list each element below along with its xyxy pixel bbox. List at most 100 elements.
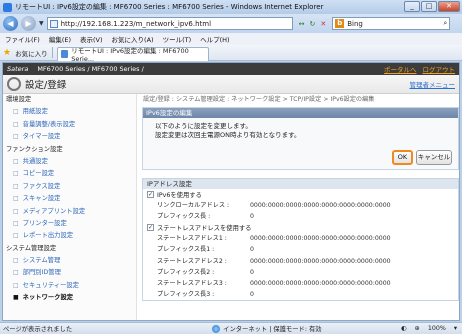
field-label: ステートレスアドレス3 : bbox=[157, 279, 227, 287]
top-header: Satera MF6700 Series / MF6700 Series / ポ… bbox=[3, 63, 459, 75]
field-value: 0000:0000:0000:0000:0000:0000:0000:0000 bbox=[250, 257, 391, 265]
bullet-icon: □ bbox=[13, 170, 19, 178]
menu-favorites[interactable]: お気に入り(A) bbox=[112, 34, 154, 44]
search-box[interactable]: b Bing ⌕ bbox=[332, 17, 451, 30]
sidebar-item-scan[interactable]: □ スキャン設定 bbox=[3, 193, 136, 205]
menu-view[interactable]: 表示(V) bbox=[80, 34, 103, 44]
address-url[interactable]: http://192.168.1.223/m_network_ipv6.html bbox=[61, 20, 211, 28]
zoom-level[interactable]: 100% bbox=[428, 325, 446, 332]
sidebar-item-label[interactable]: システム管理 bbox=[23, 255, 61, 267]
field-label: プレフィックス長3 : bbox=[157, 290, 215, 298]
favorites-button[interactable]: お気に入り bbox=[15, 48, 48, 58]
use-stateless-label: ステートレスアドレスを使用する bbox=[157, 225, 252, 233]
prefix-length-3-row: プレフィックス長3 : 0 bbox=[143, 289, 458, 300]
forward-button[interactable]: ▶ bbox=[21, 16, 36, 31]
ie-icon bbox=[3, 2, 12, 12]
menu-tools[interactable]: ツール(T) bbox=[163, 34, 192, 44]
sidebar-item-volume-display[interactable]: □ 音量調整/表示設定 bbox=[3, 119, 136, 131]
sidebar-item-department-id[interactable]: □ 部門別ID管理 bbox=[3, 267, 136, 279]
section-title: IPアドレス設定 bbox=[143, 179, 458, 189]
stop-icon[interactable]: ✕ bbox=[320, 20, 326, 28]
sidebar: 環境設定 □ 用紙設定 □ 音量調整/表示設定 □ タイマー設定 ファンクション設定 … bbox=[3, 94, 137, 320]
cancel-button[interactable]: キャンセル bbox=[416, 150, 452, 165]
divider bbox=[51, 47, 53, 58]
bullet-icon: □ bbox=[13, 257, 19, 265]
maximize-button[interactable]: □ bbox=[421, 1, 437, 12]
sidebar-item-label[interactable]: 音量調整/表示設定 bbox=[23, 119, 76, 131]
menu-help[interactable]: ヘルプ(H) bbox=[200, 34, 229, 44]
sidebar-section-title: システム管理設定 bbox=[6, 244, 57, 252]
minimize-button[interactable]: _ bbox=[404, 1, 420, 12]
model-name: MF6700 Series / MF6700 Series / bbox=[37, 65, 144, 73]
security-icon[interactable]: ◐ bbox=[401, 325, 407, 332]
tab-page-icon bbox=[60, 50, 69, 58]
field-label: ステートレスアドレス1 : bbox=[157, 235, 227, 243]
sidebar-item-system[interactable]: □ システム管理 bbox=[3, 255, 136, 267]
sidebar-item-label[interactable]: ファクス設定 bbox=[23, 181, 61, 193]
sidebar-item-label[interactable]: 部門別ID管理 bbox=[23, 267, 61, 279]
sidebar-section-title: ファンクション設定 bbox=[6, 145, 63, 153]
compat-view-icon[interactable]: ↔ bbox=[299, 20, 305, 28]
history-dropdown-icon[interactable]: ▼ bbox=[39, 20, 44, 27]
main-panel: 設定/登録 : システム管理設定 : ネットワーク設定 > TCP/IP設定 >… bbox=[141, 94, 459, 320]
sidebar-item-timer[interactable]: □ タイマー設定 bbox=[3, 131, 136, 143]
sidebar-item-label[interactable]: メディアプリント設定 bbox=[23, 206, 86, 218]
window-title: リモートUI : IPv6設定の編集 : MF6700 Series : MF6… bbox=[15, 3, 324, 11]
field-label: プレフィックス長1 : bbox=[157, 246, 215, 254]
stateless-address-3-row: ステートレスアドレス3 : 0000:0000:0000:0000:0000:0… bbox=[143, 278, 458, 289]
sidebar-item-label[interactable]: セキュリティー設定 bbox=[23, 280, 79, 292]
back-button[interactable]: ◀ bbox=[3, 16, 18, 31]
bullet-icon: □ bbox=[13, 108, 19, 116]
sidebar-item-printer[interactable]: □ プリンター設定 bbox=[3, 218, 136, 230]
bullet-icon: □ bbox=[13, 120, 19, 128]
refresh-icon[interactable]: ↻ bbox=[310, 20, 316, 28]
sidebar-item-label[interactable]: コピー設定 bbox=[23, 168, 54, 180]
sidebar-item-copy[interactable]: □ コピー設定 bbox=[3, 168, 136, 180]
sidebar-item-label[interactable]: プリンター設定 bbox=[23, 218, 67, 230]
favorites-star-icon[interactable]: ★ bbox=[3, 48, 11, 58]
sidebar-item-fax[interactable]: □ ファクス設定 bbox=[3, 181, 136, 193]
sidebar-item-label[interactable]: タイマー設定 bbox=[23, 131, 61, 143]
bullet-icon: □ bbox=[13, 232, 19, 240]
field-label: ステートレスアドレス2 : bbox=[157, 257, 227, 265]
browser-tab[interactable]: リモートUI : IPv6設定の編集 : MF6700 Serie... bbox=[56, 45, 209, 63]
sidebar-section-title: 環境設定 bbox=[6, 96, 32, 103]
sidebar-item-label[interactable]: 用紙設定 bbox=[23, 106, 48, 118]
ip-address-section: IPアドレス設定 ✓ IPv6を使用する リンクローカルアドレス : 0000:… bbox=[142, 178, 459, 301]
search-input[interactable]: Bing bbox=[347, 20, 440, 28]
field-value: 0 bbox=[250, 246, 254, 254]
security-zone[interactable]: インターネット | 保護モード: 有効 bbox=[223, 324, 321, 333]
search-icon[interactable]: ⌕ bbox=[443, 19, 447, 28]
menu-edit[interactable]: 編集(E) bbox=[49, 34, 71, 44]
bullet-icon: □ bbox=[13, 207, 19, 215]
address-bar[interactable]: http://192.168.1.223/m_network_ipv6.html bbox=[46, 17, 293, 30]
tab-label[interactable]: リモートUI : IPv6設定の編集 : MF6700 Serie... bbox=[71, 45, 207, 63]
logout-link[interactable]: ログアウト bbox=[423, 64, 456, 74]
page-header: 設定/登録 管理者メニュー bbox=[3, 75, 459, 94]
sidebar-item-label[interactable]: 共通設定 bbox=[23, 156, 48, 168]
zoom-dropdown-icon[interactable]: ▾ bbox=[454, 325, 457, 332]
sidebar-item-report[interactable]: □ レポート出力設定 bbox=[3, 230, 136, 242]
menu-file[interactable]: ファイル(F) bbox=[5, 34, 40, 44]
admin-menu-link[interactable]: 管理者メニュー bbox=[410, 79, 456, 89]
status-text: ページが表示されました bbox=[3, 326, 73, 333]
field-value: 0 bbox=[250, 213, 254, 221]
sidebar-item-media-print[interactable]: □ メディアプリント設定 bbox=[3, 206, 136, 218]
ok-button[interactable]: OK bbox=[392, 150, 413, 165]
portal-link[interactable]: ポータルへ bbox=[384, 64, 417, 74]
sidebar-item-label[interactable]: レポート出力設定 bbox=[23, 230, 73, 242]
field-value: 0000:0000:0000:0000:0000:0000:0000:0000 bbox=[250, 279, 391, 287]
bullet-icon: □ bbox=[13, 219, 19, 227]
sidebar-item-label[interactable]: ネットワーク設定 bbox=[23, 292, 73, 304]
sidebar-item-network[interactable]: ■ ネットワーク設定 bbox=[3, 292, 136, 304]
sidebar-item-label[interactable]: スキャン設定 bbox=[23, 193, 61, 205]
sidebar-item-paper[interactable]: □ 用紙設定 bbox=[3, 106, 136, 118]
status-bar: ページが表示されました インターネット | 保護モード: 有効 ◐ ⊕ 100%… bbox=[0, 322, 462, 334]
sidebar-item-common[interactable]: □ 共通設定 bbox=[3, 156, 136, 168]
navigation-bar: ◀ ▶ ▼ http://192.168.1.223/m_network_ipv… bbox=[0, 14, 462, 33]
close-button[interactable]: ✕ bbox=[438, 1, 460, 12]
bullet-icon: □ bbox=[13, 157, 19, 165]
confirm-message: 以下のように設定を変更します。 bbox=[155, 122, 252, 130]
sidebar-item-security[interactable]: □ セキュリティー設定 bbox=[3, 280, 136, 292]
prefix-length-2-row: プレフィックス長2 : 0 bbox=[143, 267, 458, 278]
